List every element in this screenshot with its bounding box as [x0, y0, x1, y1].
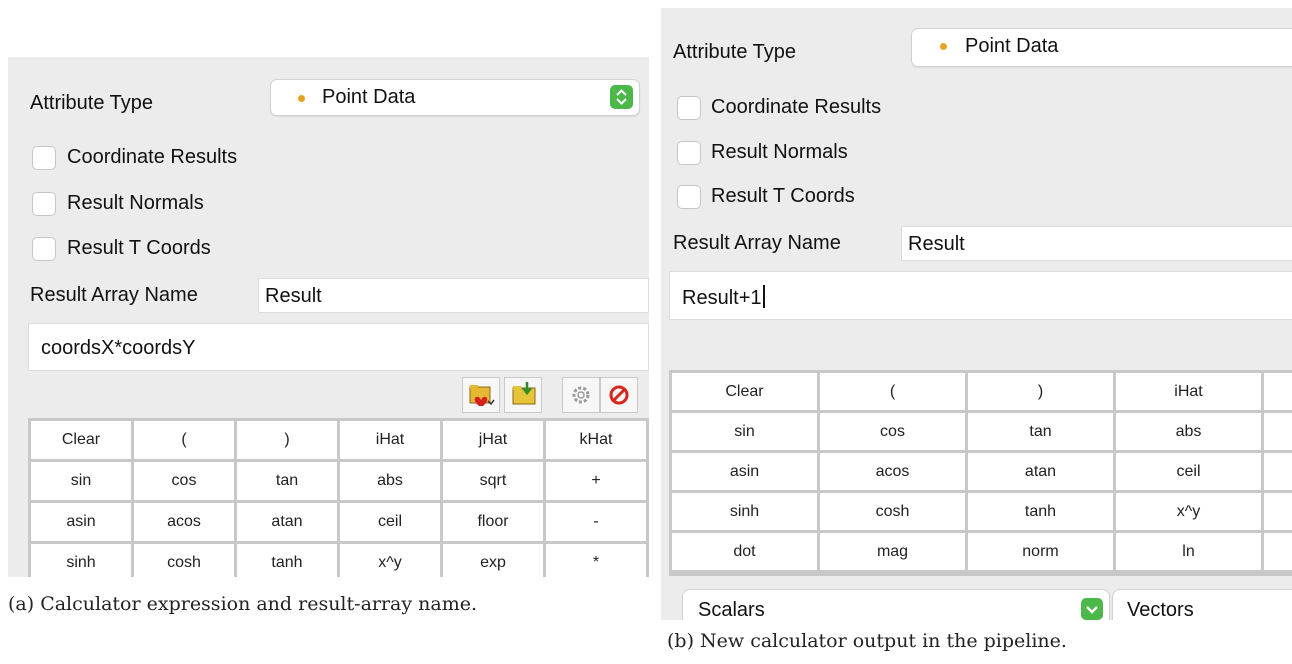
key-button[interactable]: ln — [1116, 533, 1261, 570]
key-button[interactable]: abs — [1116, 413, 1261, 450]
vectors-combo[interactable]: Vectors — [1112, 589, 1292, 620]
attribute-type-combo[interactable]: Point Data — [270, 79, 640, 116]
key-button[interactable]: Clear — [31, 421, 131, 459]
key-button[interactable]: iHat — [1116, 373, 1261, 410]
key-button[interactable]: acos — [820, 453, 965, 490]
calculator-panel-left: Attribute Type Point Data Coordinate Res… — [8, 57, 649, 577]
result-array-name-input[interactable]: Result — [258, 278, 649, 313]
key-button[interactable]: ceil — [340, 503, 440, 541]
key-button-clipped[interactable] — [1264, 413, 1292, 450]
calculator-panel-right: Attribute Type Point Data Coordinate Res… — [661, 8, 1292, 620]
scalars-combo[interactable]: Scalars — [682, 589, 1110, 620]
key-button[interactable]: * — [546, 544, 646, 577]
key-button[interactable]: mag — [820, 533, 965, 570]
key-button[interactable]: ) — [968, 373, 1113, 410]
caption-a: (a) Calculator expression and result-arr… — [8, 593, 478, 615]
result-tcoords-label-right: Result T Coords — [711, 185, 855, 207]
key-button[interactable]: + — [546, 462, 646, 500]
import-button[interactable] — [504, 377, 542, 413]
chevron-down-icon — [1081, 598, 1103, 620]
key-button-clipped[interactable] — [1264, 533, 1292, 570]
attribute-dot-icon-right — [940, 43, 947, 50]
key-button[interactable]: asin — [672, 453, 817, 490]
key-button[interactable]: tan — [968, 413, 1113, 450]
key-button[interactable]: atan — [237, 503, 337, 541]
key-button[interactable]: ( — [820, 373, 965, 410]
key-button[interactable]: sinh — [672, 493, 817, 530]
key-button[interactable]: cosh — [820, 493, 965, 530]
key-button[interactable]: sin — [672, 413, 817, 450]
calculator-keypad-right: Clear() iHat sin cos tan abs asin acos atan ceil s… — [669, 370, 1292, 576]
key-button[interactable]: norm — [968, 533, 1113, 570]
attribute-type-combo-right[interactable]: Point Data — [911, 28, 1292, 67]
scalars-label: Scalars — [698, 599, 765, 620]
key-button[interactable]: floor — [443, 503, 543, 541]
coordinate-results-label: Coordinate Results — [67, 146, 238, 168]
attribute-type-label-right: Attribute Type — [673, 41, 797, 63]
result-normals-checkbox-right[interactable] — [677, 141, 701, 165]
key-button[interactable]: acos — [134, 503, 234, 541]
result-array-name-input-right[interactable]: Result — [901, 226, 1292, 261]
coordinate-results-checkbox-right[interactable] — [677, 96, 701, 120]
key-button[interactable]: jHat — [443, 421, 543, 459]
key-button[interactable]: - — [546, 503, 646, 541]
key-button[interactable]: dot — [672, 533, 817, 570]
attribute-type-value: Point Data — [322, 86, 416, 108]
attribute-type-label: Attribute Type — [30, 92, 154, 114]
coordinate-results-checkbox[interactable] — [32, 146, 56, 170]
key-button[interactable]: ceil — [1116, 453, 1261, 490]
no-entry-icon — [609, 385, 629, 405]
key-button[interactable]: sqrt — [443, 462, 543, 500]
result-normals-checkbox[interactable] — [32, 192, 56, 216]
clear-history-button[interactable] — [600, 377, 638, 413]
key-button[interactable]: asin — [31, 503, 131, 541]
key-button[interactable]: kHat — [546, 421, 646, 459]
favorites-button[interactable] — [462, 377, 500, 413]
vectors-label: Vectors — [1127, 599, 1194, 620]
key-button[interactable]: tanh — [968, 493, 1113, 530]
key-button[interactable]: tan — [237, 462, 337, 500]
gear-icon — [572, 386, 590, 404]
key-button[interactable]: cos — [134, 462, 234, 500]
text-cursor — [762, 285, 765, 308]
attribute-type-value-right: Point Data — [965, 35, 1059, 57]
result-tcoords-checkbox-right[interactable] — [677, 185, 701, 209]
key-button-clipped[interactable] — [1264, 373, 1292, 410]
calculator-keypad: Clear() iHat jHat kHat sin cos tan abs sqrt + asin… — [28, 418, 649, 577]
expression-input-right[interactable]: Result+1 — [669, 271, 1292, 320]
settings-button[interactable] — [562, 377, 600, 413]
key-button[interactable]: cos — [820, 413, 965, 450]
result-array-name-label: Result Array Name — [30, 284, 198, 306]
key-button[interactable]: x^y — [340, 544, 440, 577]
folder-import-icon — [512, 382, 536, 405]
key-button[interactable]: cosh — [134, 544, 234, 577]
key-button[interactable]: exp — [443, 544, 543, 577]
result-normals-label-right: Result Normals — [711, 141, 848, 163]
key-button-clipped[interactable] — [1264, 453, 1292, 490]
expression-input[interactable]: coordsX*coordsY — [28, 323, 649, 371]
result-array-name-value-right: Result — [908, 233, 965, 255]
key-button[interactable]: ) — [237, 421, 337, 459]
key-button[interactable]: abs — [340, 462, 440, 500]
key-button[interactable]: x^y — [1116, 493, 1261, 530]
key-button[interactable]: Clear — [672, 373, 817, 410]
result-tcoords-checkbox[interactable] — [32, 237, 56, 261]
key-button-clipped[interactable] — [1264, 493, 1292, 530]
key-button[interactable]: tanh — [237, 544, 337, 577]
key-button[interactable]: sinh — [31, 544, 131, 577]
key-button[interactable]: ( — [134, 421, 234, 459]
caption-b: (b) New calculator output in the pipelin… — [667, 630, 1067, 652]
result-normals-label: Result Normals — [67, 192, 204, 214]
attribute-dot-icon — [298, 95, 305, 102]
coordinate-results-label-right: Coordinate Results — [711, 96, 882, 118]
key-button[interactable]: iHat — [340, 421, 440, 459]
expression-value-right: Result+1 — [682, 287, 762, 309]
combo-arrows-icon — [610, 85, 633, 109]
result-array-name-label-right: Result Array Name — [673, 232, 841, 254]
key-button[interactable]: atan — [968, 453, 1113, 490]
folder-favorite-icon — [469, 385, 495, 406]
key-button[interactable]: sin — [31, 462, 131, 500]
result-tcoords-label: Result T Coords — [67, 237, 211, 259]
